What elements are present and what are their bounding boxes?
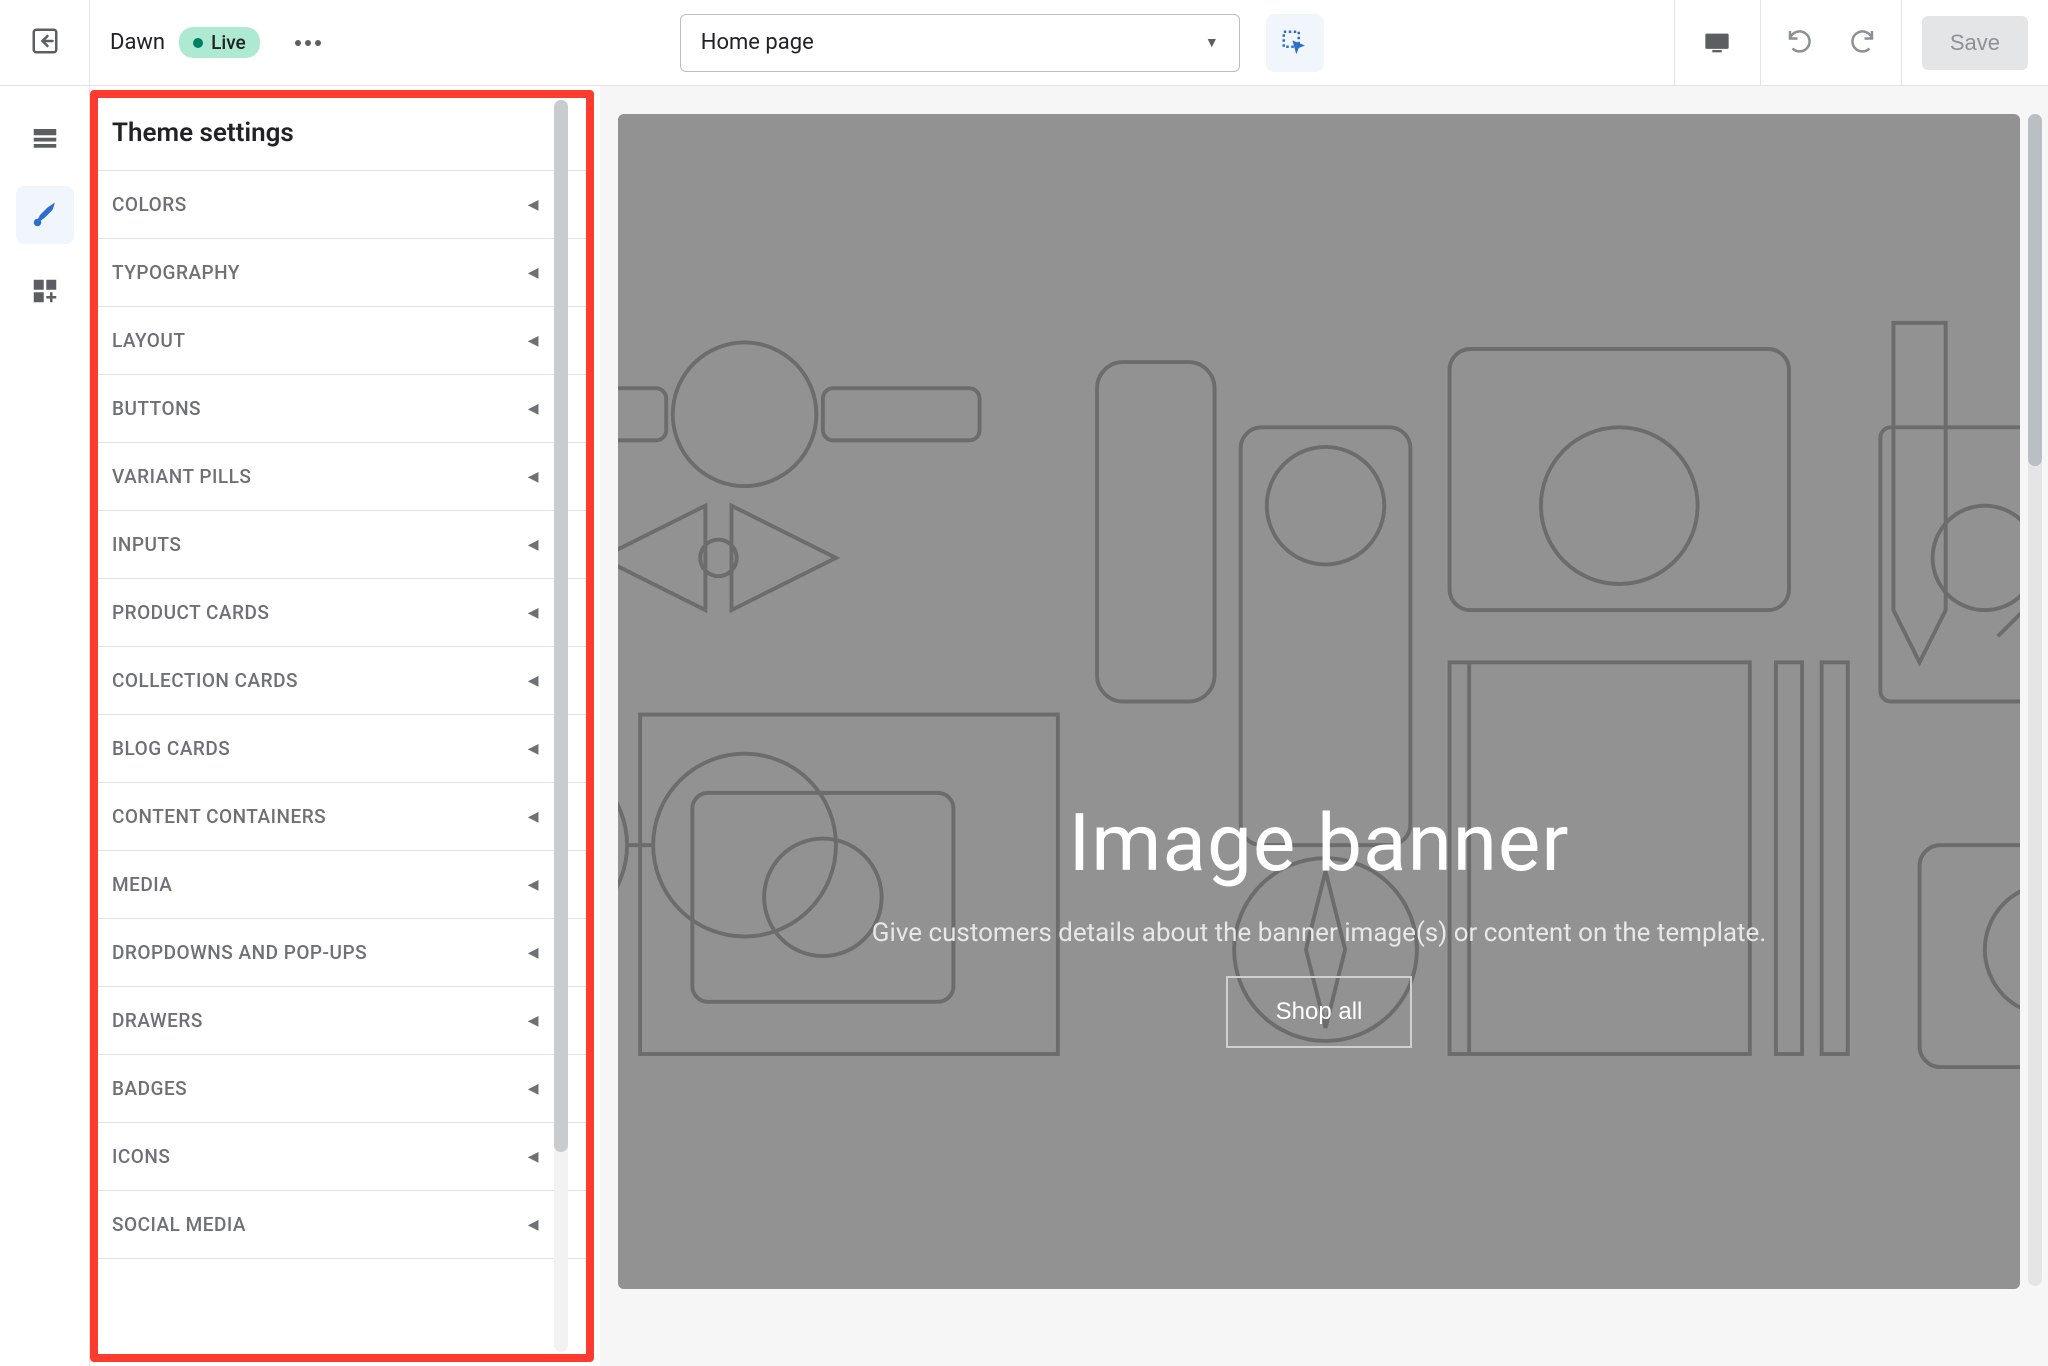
chevron-left-icon: ◀ [528,265,539,281]
desktop-icon [1703,31,1731,55]
settings-list: COLORS◀TYPOGRAPHY◀LAYOUT◀BUTTONS◀VARIANT… [90,171,593,1259]
chevron-left-icon: ◀ [528,469,539,485]
settings-item-label: DRAWERS [112,1009,203,1032]
template-select[interactable]: Home page ▼ [680,14,1240,72]
chevron-left-icon: ◀ [528,877,539,893]
panel-scrollbar[interactable] [554,100,582,1352]
settings-item-layout[interactable]: LAYOUT ◀ [90,307,593,375]
ellipsis-icon [295,40,321,46]
template-select-value: Home page [701,30,814,55]
preview-area: Image banner Give customers details abou… [600,86,2048,1366]
chevron-left-icon: ◀ [528,673,539,689]
settings-item-label: LAYOUT [112,329,185,352]
live-dot-icon [193,38,203,48]
hero-title: Image banner [1069,796,1570,890]
chevron-left-icon: ◀ [528,1149,539,1165]
inspector-icon [1280,28,1310,58]
settings-item-social-media[interactable]: SOCIAL MEDIA ◀ [90,1191,593,1259]
settings-item-product-cards[interactable]: PRODUCT CARDS ◀ [90,579,593,647]
settings-item-blog-cards[interactable]: BLOG CARDS ◀ [90,715,593,783]
device-preview-button[interactable] [1674,0,1760,85]
settings-item-inputs[interactable]: INPUTS ◀ [90,511,593,579]
topbar-center: Home page ▼ [330,14,1674,72]
settings-item-label: VARIANT PILLS [112,465,251,488]
chevron-left-icon: ◀ [528,401,539,417]
undo-icon [1785,26,1815,56]
more-actions-button[interactable] [286,21,330,65]
save-button[interactable]: Save [1922,16,2028,70]
settings-item-drawers[interactable]: DRAWERS ◀ [90,987,593,1055]
paintbrush-icon [30,200,60,230]
chevron-left-icon: ◀ [528,197,539,213]
app-root: Dawn Live Home page ▼ [0,0,2048,1366]
settings-item-typography[interactable]: TYPOGRAPHY ◀ [90,239,593,307]
section-inspector-button[interactable] [1266,14,1324,72]
settings-item-label: PRODUCT CARDS [112,601,269,624]
settings-item-collection-cards[interactable]: COLLECTION CARDS ◀ [90,647,593,715]
exit-icon [30,26,60,60]
chevron-left-icon: ◀ [528,945,539,961]
redo-icon [1847,26,1877,56]
theme-settings-tab-button[interactable] [16,186,74,244]
editor-body: Theme settings COLORS ◀ TYPOGRAPHY ◀ LAYOUT ◀… [0,86,2048,1366]
settings-item-label: ICONS [112,1145,170,1168]
settings-item-label: DROPDOWNS AND POP-UPS [112,941,367,964]
settings-item-media[interactable]: MEDIA ◀ [90,851,593,919]
settings-panel: Theme settings COLORS ◀ TYPOGRAPHY ◀ LAYOUT ◀… [90,92,594,1360]
settings-item-label: CONTENT CONTAINERS [112,805,326,828]
settings-item-label: COLLECTION CARDS [112,669,298,692]
exit-editor-button[interactable] [0,0,90,85]
chevron-left-icon: ◀ [528,1013,539,1029]
save-wrap: Save [1901,0,2048,85]
settings-item-badges[interactable]: BADGES ◀ [90,1055,593,1123]
chevron-left-icon: ◀ [528,741,539,757]
settings-item-variant-pills[interactable]: VARIANT PILLS ◀ [90,443,593,511]
chevron-left-icon: ◀ [528,809,539,825]
settings-item-label: SOCIAL MEDIA [112,1213,246,1236]
panel-title: Theme settings [90,92,593,171]
settings-item-label: BLOG CARDS [112,737,230,760]
settings-item-buttons[interactable]: BUTTONS ◀ [90,375,593,443]
preview-canvas[interactable]: Image banner Give customers details abou… [618,114,2020,1289]
chevron-left-icon: ◀ [528,605,539,621]
settings-item-label: TYPOGRAPHY [112,261,240,284]
settings-item-label: INPUTS [112,533,181,556]
live-label: Live [211,31,246,54]
redo-button[interactable] [1841,20,1883,65]
topbar-right: Save [1674,0,2048,85]
undo-button[interactable] [1779,20,1821,65]
app-embeds-tab-button[interactable] [16,262,74,320]
left-rail [0,86,90,1366]
settings-item-label: COLORS [112,193,187,216]
blocks-icon [30,276,60,306]
undo-redo-group [1760,0,1901,85]
settings-item-label: BUTTONS [112,397,201,420]
chevron-left-icon: ◀ [528,333,539,349]
settings-panel-outer: Theme settings COLORS ◀ TYPOGRAPHY ◀ LAYOUT ◀… [90,86,600,1366]
chevron-left-icon: ◀ [528,1081,539,1097]
chevron-left-icon: ◀ [528,1217,539,1233]
theme-title-group: Dawn Live [90,21,330,65]
hero-background-illustration [618,114,2020,1289]
preview-scrollbar[interactable] [2028,114,2042,1286]
hero-subtitle: Give customers details about the banner … [872,918,1766,948]
settings-item-icons[interactable]: ICONS ◀ [90,1123,593,1191]
hero-cta-button[interactable]: Shop all [1226,976,1413,1048]
theme-name: Dawn [110,30,165,55]
settings-item-colors[interactable]: COLORS ◀ [90,171,593,239]
sections-icon [30,124,60,154]
chevron-left-icon: ◀ [528,537,539,553]
topbar: Dawn Live Home page ▼ [0,0,2048,86]
settings-item-content-containers[interactable]: CONTENT CONTAINERS ◀ [90,783,593,851]
hero-banner: Image banner Give customers details abou… [618,114,2020,1289]
caret-down-icon: ▼ [1205,34,1219,51]
status-badge: Live [179,27,260,58]
settings-item-dropdowns-and-pop-ups[interactable]: DROPDOWNS AND POP-UPS ◀ [90,919,593,987]
sections-tab-button[interactable] [16,110,74,168]
settings-item-label: MEDIA [112,873,172,896]
settings-item-label: BADGES [112,1077,187,1100]
